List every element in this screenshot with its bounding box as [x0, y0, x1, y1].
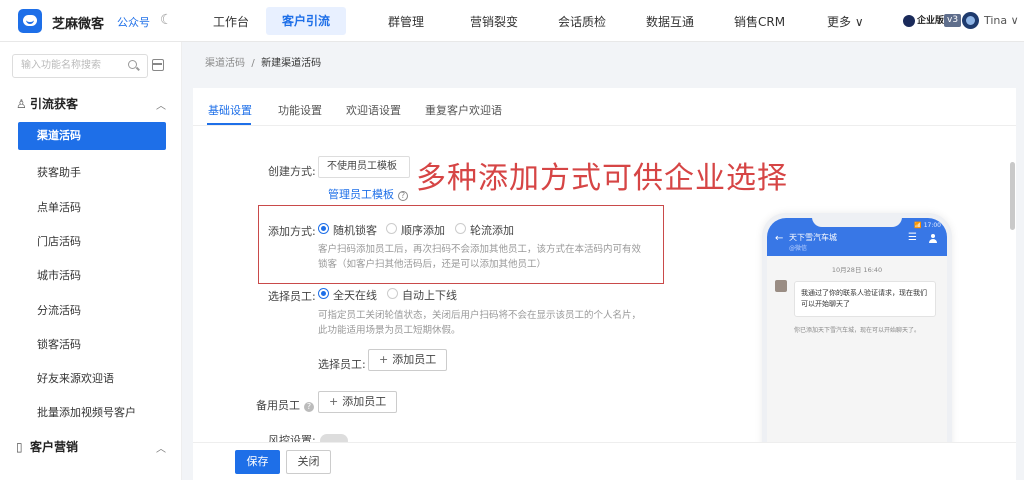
nav-session-inspection[interactable]: 会话质检: [558, 13, 606, 30]
close-button[interactable]: 关闭: [286, 450, 331, 474]
username[interactable]: Tina ∨: [984, 14, 1019, 27]
add-method-label: 添加方式:: [268, 225, 316, 238]
select-staff-hint: 可指定员工关闭轮值状态，关闭后用户扫码将不会在显示该员工的个人名片， 此功能适用…: [318, 310, 642, 336]
sidebar: 输入功能名称搜索 ♙ 引流获客 ︿ 渠道活码 获客助手 点单活码 门店活码 城市活…: [0, 42, 182, 480]
nav-sales-crm[interactable]: 销售CRM: [734, 13, 785, 30]
manage-staff-template-link[interactable]: 管理员工模板?: [328, 186, 408, 202]
sidebar-section-acquisition[interactable]: ♙ 引流获客: [16, 95, 78, 112]
tab-repeat-customer-welcome[interactable]: 重复客户欢迎语: [425, 102, 502, 118]
search-icon[interactable]: [128, 60, 137, 69]
sidebar-item-channel-code[interactable]: 渠道活码: [18, 122, 166, 150]
scrollbar[interactable]: [1010, 162, 1015, 230]
overlay-caption: 多种添加方式可供企业选择: [416, 161, 788, 196]
radio-sequential-add[interactable]: 顺序添加: [386, 222, 445, 238]
plus-icon: +: [379, 353, 389, 366]
chat-avatar: [775, 280, 787, 292]
sidebar-item-source-welcome[interactable]: 好友来源欢迎语: [37, 370, 114, 386]
breadcrumb: 渠道活码 / 新建渠道活码: [205, 58, 322, 69]
help-icon[interactable]: ?: [398, 191, 408, 201]
layout-toggle-icon[interactable]: [152, 59, 164, 71]
phone-chat-title: 天下雪汽车城: [789, 233, 837, 242]
back-arrow-icon: ←: [775, 233, 784, 244]
chevron-up-icon[interactable]: ︿: [156, 440, 166, 455]
tab-welcome-settings[interactable]: 欢迎语设置: [346, 102, 401, 118]
breadcrumb-parent[interactable]: 渠道活码: [205, 58, 245, 69]
nav-customer-acquisition[interactable]: 客户引流: [266, 7, 347, 35]
user-icon: ♙: [16, 97, 27, 111]
user-icon: [929, 234, 937, 243]
top-navbar: 芝麻微客 公众号 ☾ 工作台 客户引流 群管理 营销裂变 会话质检 数据互通 销…: [0, 0, 1024, 42]
theme-moon-icon[interactable]: ☾: [160, 12, 173, 28]
add-backup-staff-button[interactable]: + 添加员工: [318, 391, 398, 413]
sidebar-item-lock-code[interactable]: 锁客活码: [37, 336, 81, 352]
nav-group-management[interactable]: 群管理: [388, 13, 424, 30]
chat-system-note: 你已添加天下雪汽车城，现在可以开始聊天了。: [793, 327, 920, 334]
backup-staff-label: 备用员工?: [256, 397, 314, 413]
sidebar-item-order-code[interactable]: 点单活码: [37, 199, 81, 215]
create-method-select[interactable]: 不使用员工模板: [318, 156, 410, 178]
menu-icon: ☰: [908, 232, 917, 243]
nav-workbench[interactable]: 工作台: [213, 13, 249, 30]
tab-basic-settings[interactable]: 基础设置: [208, 102, 252, 118]
radio-all-day-online[interactable]: 全天在线: [318, 287, 377, 303]
plus-icon: +: [329, 395, 339, 408]
account-type-link[interactable]: 公众号: [117, 14, 150, 30]
radio-auto-online-offline[interactable]: 自动上下线: [387, 287, 457, 303]
brand-name: 芝麻微客: [52, 17, 105, 32]
sidebar-item-batch-video-customers[interactable]: 批量添加视频号客户: [37, 404, 136, 420]
add-staff-button[interactable]: + 添加员工: [368, 349, 448, 371]
sidebar-item-city-code[interactable]: 城市活码: [37, 267, 81, 283]
select-staff-label: 选择员工:: [268, 290, 316, 303]
phone-preview: 📶 17:00 ← 天下雪汽车城 @微信 ☰ 10月28日 16:40 我通过了…: [762, 213, 952, 480]
tab-divider: [193, 125, 1016, 126]
radio-rotate-add[interactable]: 轮流添加: [455, 222, 514, 238]
tab-feature-settings[interactable]: 功能设置: [278, 102, 322, 118]
enterprise-edition-badge: 企业版: [903, 13, 944, 29]
sidebar-section-marketing[interactable]: ▯ 客户营销: [16, 438, 78, 455]
nav-marketing-fission[interactable]: 营销裂变: [470, 13, 518, 30]
chevron-up-icon[interactable]: ︿: [156, 97, 166, 112]
breadcrumb-current: 新建渠道活码: [261, 58, 322, 69]
document-icon: ▯: [16, 440, 23, 454]
sidebar-item-store-code[interactable]: 门店活码: [37, 233, 81, 249]
help-icon[interactable]: ?: [304, 402, 314, 412]
nav-data-interop[interactable]: 数据互通: [646, 13, 694, 30]
select-staff-sub-label: 选择员工:: [318, 358, 366, 371]
avatar[interactable]: [962, 12, 979, 29]
chat-timestamp: 10月28日 16:40: [831, 266, 883, 274]
search-input[interactable]: 输入功能名称搜索: [12, 54, 148, 78]
version-badge: v3: [944, 14, 962, 27]
nav-more-dropdown[interactable]: 更多 ∨: [827, 13, 864, 30]
save-button[interactable]: 保存: [235, 450, 280, 474]
logo-icon[interactable]: [18, 9, 42, 33]
phone-notch: [812, 218, 902, 227]
sidebar-item-split-code[interactable]: 分流活码: [37, 302, 81, 318]
phone-status-bar: 📶 17:00: [914, 222, 941, 229]
add-method-hint: 客户扫码添加员工后，再次扫码不会添加其他员工，该方式在本活码内可有效 锁客（如客…: [318, 244, 642, 270]
chat-message: 我通过了你的联系人验证请求，现在我们可以开始聊天了: [794, 281, 936, 317]
sidebar-item-acquisition-assistant[interactable]: 获客助手: [37, 164, 81, 180]
phone-chat-subtitle: @微信: [789, 245, 808, 252]
edition-icon: [903, 15, 915, 27]
create-method-label: 创建方式:: [268, 165, 316, 178]
radio-random-lock[interactable]: 随机锁客: [318, 222, 377, 238]
